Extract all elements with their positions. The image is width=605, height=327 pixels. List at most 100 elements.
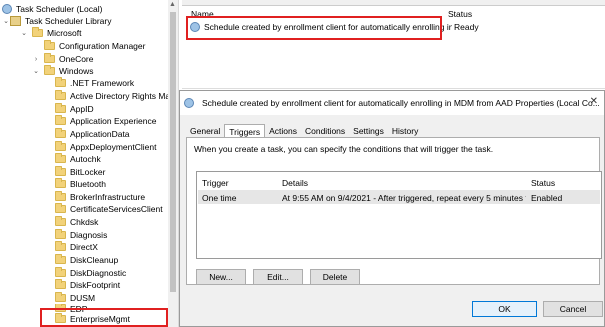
tree-item-label: BitLocker — [70, 167, 106, 177]
clock-icon — [2, 4, 12, 14]
folder-icon — [55, 103, 66, 113]
folder-icon — [55, 216, 66, 226]
tree-item[interactable]: CertificateServicesClient — [55, 203, 163, 215]
tab-history[interactable]: History — [388, 124, 422, 138]
folder-icon — [32, 27, 43, 37]
tree-item-label: DiskCleanup — [70, 255, 119, 265]
trigger-status: Enabled — [531, 193, 563, 203]
tree-item-label: Application Experience — [70, 116, 157, 126]
tree-item-microsoft[interactable]: ⌄ Microsoft — [21, 27, 82, 39]
tree-item-windows[interactable]: ⌄ Windows — [33, 65, 94, 77]
folder-icon — [55, 267, 66, 277]
tree-item-label: Active Directory Rights Mana — [70, 91, 178, 101]
column-header-trigger[interactable]: Trigger — [202, 178, 229, 188]
folder-icon — [55, 279, 66, 289]
tab-general[interactable]: General — [186, 124, 224, 138]
column-header-details[interactable]: Details — [282, 178, 308, 188]
tree-item-label: AppxDeploymentClient — [70, 142, 157, 152]
edit-button[interactable]: Edit... — [253, 269, 303, 285]
task-scheduler-window: Task Scheduler (Local) ⌄ Task Scheduler … — [0, 0, 605, 327]
highlight-box — [186, 16, 442, 40]
tree-item-label: OneCore — [59, 54, 94, 64]
tree-item-label: DiskFootprint — [70, 280, 121, 290]
tree-item[interactable]: Bluetooth — [55, 178, 106, 190]
navigation-tree: Task Scheduler (Local) ⌄ Task Scheduler … — [0, 0, 178, 327]
tree-library[interactable]: ⌄ Task Scheduler Library — [2, 15, 111, 27]
ok-button[interactable]: OK — [472, 301, 537, 317]
tree-item-label: Configuration Manager — [59, 41, 146, 51]
chevron-right-icon[interactable]: › — [32, 53, 40, 65]
tree-root[interactable]: Task Scheduler (Local) — [2, 3, 102, 15]
tree-item-label: Windows — [59, 66, 94, 76]
folder-icon — [55, 90, 66, 100]
delete-button[interactable]: Delete — [310, 269, 360, 285]
tree-item[interactable]: Autochk — [55, 153, 101, 165]
tree-item[interactable]: DUSM — [55, 292, 95, 304]
tree-item[interactable]: BitLocker — [55, 166, 105, 178]
tree-item[interactable]: AppID — [55, 103, 94, 115]
folder-icon — [55, 115, 66, 125]
tree-item-label: .NET Framework — [70, 78, 135, 88]
column-header-status[interactable]: Status — [531, 178, 555, 188]
tree-item[interactable]: BrokerInfrastructure — [55, 191, 145, 203]
tree-item[interactable]: DiskFootprint — [55, 279, 120, 291]
tree-item-configuration-manager[interactable]: Configuration Manager — [44, 40, 145, 52]
chevron-down-icon[interactable]: ⌄ — [2, 15, 10, 27]
folder-icon — [55, 166, 66, 176]
tree-scrollbar[interactable]: ▲ — [168, 0, 178, 327]
tree-item[interactable]: .NET Framework — [55, 77, 134, 89]
tree-item-onecore[interactable]: › OneCore — [35, 53, 94, 65]
new-button[interactable]: New... — [196, 269, 246, 285]
folder-icon — [55, 128, 66, 138]
clock-icon — [184, 98, 194, 108]
tab-triggers[interactable]: Triggers — [224, 124, 266, 138]
tree-item[interactable]: Active Directory Rights Mana — [55, 90, 178, 102]
tree-item-label: DUSM — [70, 293, 96, 303]
trigger-details: At 9:55 AM on 9/4/2021 - After triggered… — [282, 193, 526, 203]
chevron-down-icon[interactable]: ⌄ — [20, 27, 28, 39]
tree-item-label: CertificateServicesClient — [70, 204, 163, 214]
folder-icon — [55, 241, 66, 251]
task-status: Ready — [454, 22, 479, 32]
tab-conditions[interactable]: Conditions — [301, 124, 349, 138]
folder-icon — [55, 153, 66, 163]
tree-library-label: Task Scheduler Library — [25, 16, 112, 26]
dialog-title-bar: Schedule created by enrollment client fo… — [180, 91, 604, 115]
tree-item[interactable]: Chkdsk — [55, 216, 98, 228]
folder-icon — [55, 178, 66, 188]
close-icon[interactable]: ✕ — [590, 96, 598, 107]
cancel-button[interactable]: Cancel — [543, 301, 603, 317]
tree-item-label: BrokerInfrastructure — [70, 192, 146, 202]
tree-item-label: Chkdsk — [70, 217, 99, 227]
tree-item-label: Bluetooth — [70, 179, 106, 189]
folder-icon — [55, 191, 66, 201]
folder-icon — [55, 141, 66, 151]
tree-item[interactable]: ApplicationData — [55, 128, 130, 140]
tree-item[interactable]: DiskCleanup — [55, 254, 118, 266]
properties-dialog: Schedule created by enrollment client fo… — [179, 90, 605, 327]
tree-item-label: AppID — [70, 104, 94, 114]
scroll-up-icon[interactable]: ▲ — [169, 1, 176, 8]
folder-icon — [55, 203, 66, 213]
tree-item-label: DiskDiagnostic — [70, 268, 127, 278]
chevron-down-icon[interactable]: ⌄ — [32, 65, 40, 77]
tree-item[interactable]: DirectX — [55, 241, 98, 253]
folder-icon — [55, 292, 66, 302]
tree-item-label: DirectX — [70, 242, 98, 252]
tree-item[interactable]: Diagnosis — [55, 229, 107, 241]
tree-item[interactable]: Application Experience — [55, 115, 156, 127]
tab-actions[interactable]: Actions — [265, 124, 301, 138]
tree-item[interactable]: DiskDiagnostic — [55, 267, 126, 279]
tree-item-label: Diagnosis — [70, 230, 108, 240]
pane-top-bar — [182, 0, 605, 6]
tree-root-label: Task Scheduler (Local) — [16, 4, 103, 14]
tree-item-label: ApplicationData — [70, 129, 130, 139]
dialog-title: Schedule created by enrollment client fo… — [202, 98, 600, 108]
scrollbar-thumb[interactable] — [170, 12, 176, 292]
tab-settings[interactable]: Settings — [349, 124, 388, 138]
tree-item-label: Autochk — [70, 154, 101, 164]
triggers-description: When you create a task, you can specify … — [194, 144, 494, 154]
folder-icon — [44, 65, 55, 75]
tree-item-label: Microsoft — [47, 28, 82, 38]
tree-item[interactable]: AppxDeploymentClient — [55, 141, 156, 153]
